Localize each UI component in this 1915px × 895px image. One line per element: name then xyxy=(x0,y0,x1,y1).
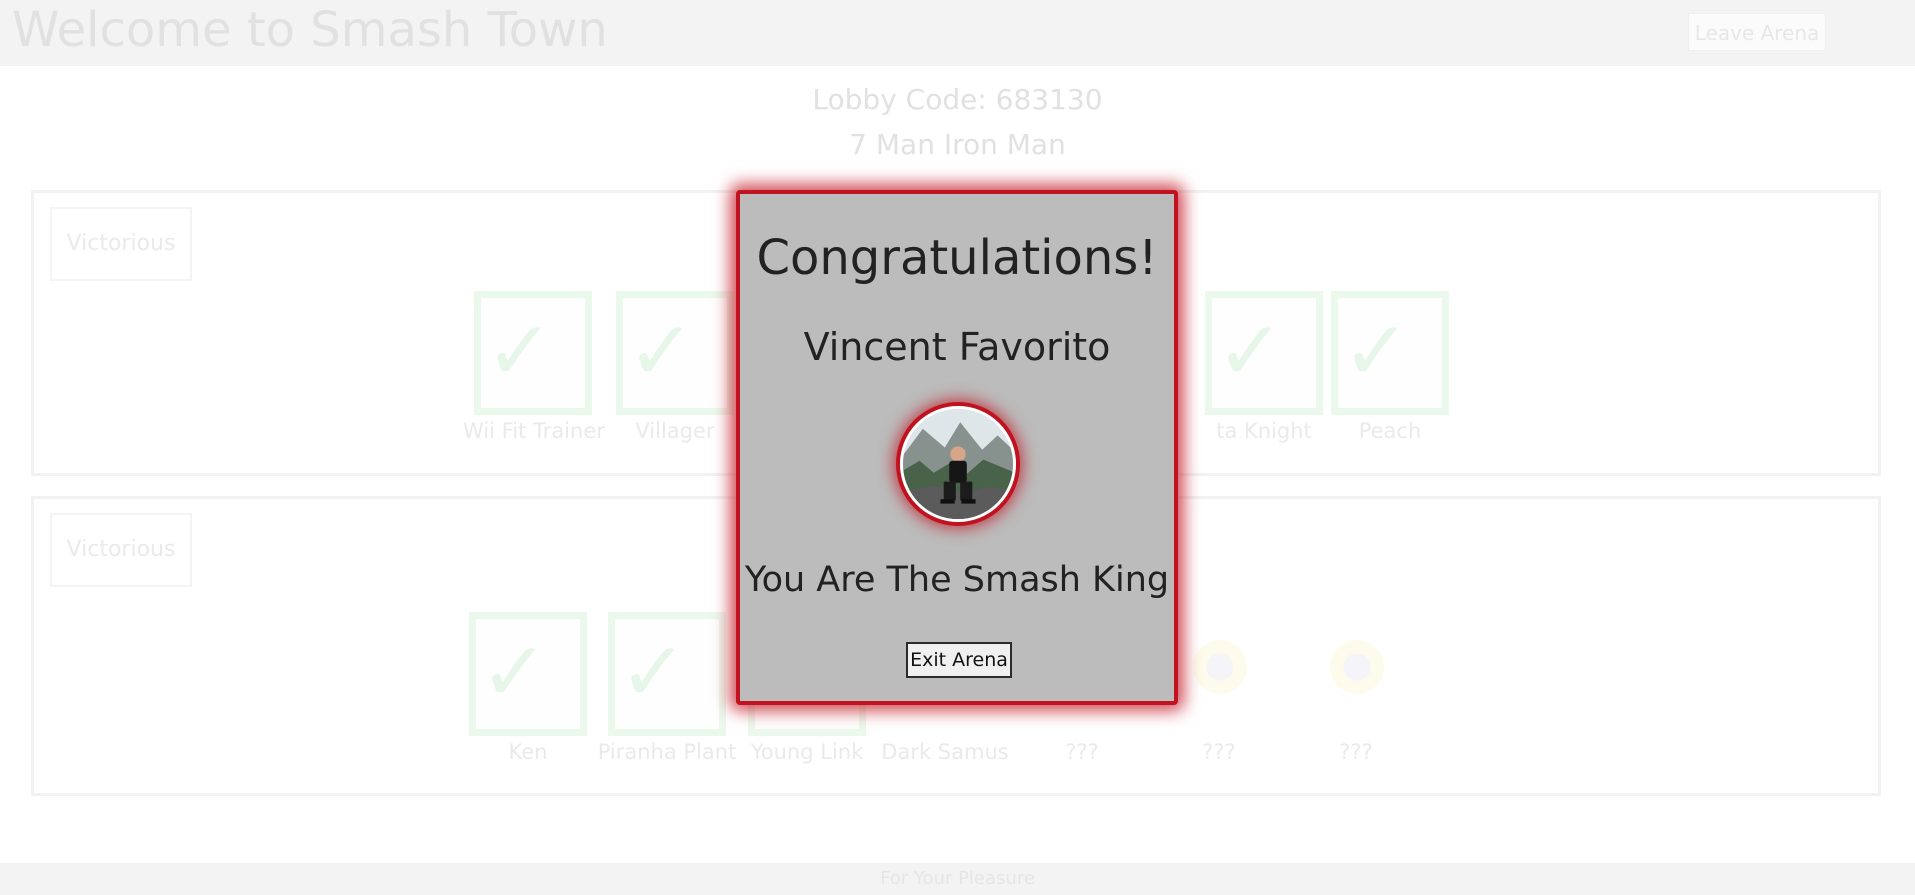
exit-arena-button[interactable]: Exit Arena xyxy=(906,642,1012,678)
winner-photo xyxy=(903,409,1013,519)
winner-modal: Congratulations! Vincent Favorito You Ar… xyxy=(736,190,1178,705)
smash-king-message: You Are The Smash King xyxy=(744,560,1170,600)
winner-name: Vincent Favorito xyxy=(803,325,1111,369)
winner-avatar xyxy=(900,406,1016,522)
modal-title: Congratulations! xyxy=(756,230,1158,286)
